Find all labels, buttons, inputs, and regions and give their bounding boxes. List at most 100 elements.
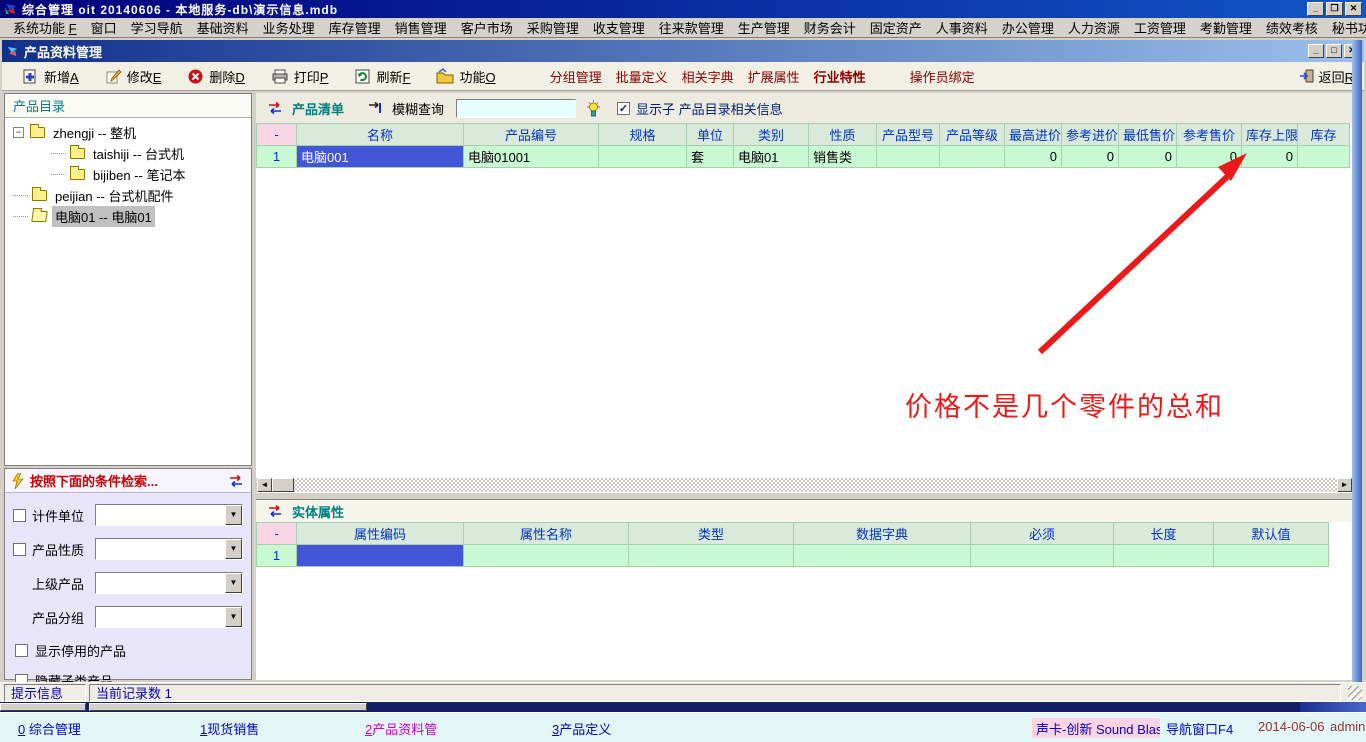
parent-product-select[interactable]: ▼	[95, 572, 243, 594]
task-product-define[interactable]: 3产品定义	[552, 719, 611, 738]
cell[interactable]	[629, 545, 794, 567]
show-disabled-checkbox[interactable]	[15, 644, 28, 657]
cell[interactable]: 0	[1177, 146, 1242, 168]
extend-attr-link[interactable]: 扩展属性	[748, 67, 800, 86]
scroll-right-icon[interactable]: ►	[1337, 478, 1352, 492]
column-header[interactable]: 长度	[1114, 523, 1214, 545]
cell[interactable]: 销售类	[809, 146, 877, 168]
minimize-icon[interactable]: _	[1307, 2, 1324, 16]
tree-node-bijiben[interactable]: bijiben -- 笔记本	[7, 164, 249, 185]
cell[interactable]	[1114, 545, 1214, 567]
delete-button[interactable]: 删除D	[187, 67, 244, 86]
return-button[interactable]: 返回R	[1299, 67, 1354, 86]
menu-item[interactable]: 库存管理	[322, 17, 388, 38]
table-row[interactable]: 1	[257, 545, 1329, 567]
task-main[interactable]: 0 综合管理	[18, 719, 81, 738]
menu-item[interactable]: 基础资料	[190, 17, 256, 38]
chevron-down-icon[interactable]: ▼	[225, 539, 242, 559]
horizontal-splitter[interactable]	[256, 492, 1352, 500]
show-subdir-checkbox[interactable]: ✓	[617, 102, 630, 115]
cell[interactable]: 电脑01	[734, 146, 809, 168]
swap-arrows-icon[interactable]	[266, 505, 284, 517]
column-header[interactable]: 必须	[971, 523, 1114, 545]
resize-grip[interactable]	[1348, 686, 1362, 700]
cell[interactable]	[599, 146, 687, 168]
column-header[interactable]: 规格	[599, 124, 687, 146]
group-manage-link[interactable]: 分组管理	[550, 67, 602, 86]
cell[interactable]	[877, 146, 940, 168]
cell[interactable]: 0	[1062, 146, 1119, 168]
menu-item[interactable]: 收支管理	[586, 17, 652, 38]
menu-item[interactable]: 绩效考核	[1259, 17, 1325, 38]
cell[interactable]: 套	[687, 146, 734, 168]
unit-select[interactable]: ▼	[95, 504, 243, 526]
industry-feature-link[interactable]: 行业特性	[814, 67, 866, 86]
cell[interactable]: 0	[1242, 146, 1298, 168]
menu-item[interactable]: 人力资源	[1061, 17, 1127, 38]
batch-define-link[interactable]: 批量定义	[616, 67, 668, 86]
column-header[interactable]: 类型	[629, 523, 794, 545]
unit-checkbox[interactable]	[13, 509, 26, 522]
menu-item[interactable]: 秘书功能	[1325, 17, 1366, 38]
menu-item-system[interactable]: 系统功能 F	[6, 17, 84, 38]
lamp-icon[interactable]	[586, 100, 601, 117]
scrollbar-thumb[interactable]	[272, 478, 294, 492]
nature-checkbox[interactable]	[13, 543, 26, 556]
close-icon[interactable]: ✕	[1345, 2, 1362, 16]
swap-arrows-icon[interactable]	[266, 102, 284, 114]
column-header[interactable]: 类别	[734, 124, 809, 146]
chevron-down-icon[interactable]: ▼	[225, 607, 242, 627]
tree-node-peijian[interactable]: peijian -- 台式机配件	[7, 185, 249, 206]
table-row[interactable]: 1 电脑001 电脑01001 套 电脑01 销售类 0 0 0 0 0	[257, 146, 1350, 168]
sub-minimize-icon[interactable]: _	[1308, 44, 1324, 58]
selected-cell[interactable]	[297, 545, 464, 567]
menu-item[interactable]: 生产管理	[731, 17, 797, 38]
refresh-button[interactable]: 刷新F	[354, 67, 410, 86]
selected-cell[interactable]: 电脑001	[297, 146, 464, 168]
cell[interactable]	[1214, 545, 1329, 567]
nav-window-button[interactable]: 导航窗口F4	[1166, 719, 1233, 738]
menu-item[interactable]: 采购管理	[520, 17, 586, 38]
menu-item[interactable]: 工资管理	[1127, 17, 1193, 38]
tree-node-diannao01[interactable]: 电脑01 -- 电脑01	[7, 206, 249, 227]
function-button[interactable]: 功能O	[436, 67, 495, 86]
product-group-select[interactable]: ▼	[95, 606, 243, 628]
tree-node-zhengji[interactable]: − zhengji -- 整机	[7, 122, 249, 143]
edit-button[interactable]: 修改E	[105, 67, 162, 86]
collapse-icon[interactable]: −	[13, 127, 24, 138]
horizontal-scrollbar[interactable]: ◄ ►	[257, 478, 1352, 492]
chevron-down-icon[interactable]: ▼	[225, 505, 242, 525]
column-header[interactable]: 最低售价	[1119, 124, 1177, 146]
column-header[interactable]: 性质	[809, 124, 877, 146]
scroll-left-icon[interactable]: ◄	[257, 478, 272, 492]
add-button[interactable]: 新增A	[22, 67, 79, 86]
column-header[interactable]: 产品编号	[464, 124, 599, 146]
operator-bind-link[interactable]: 操作员绑定	[910, 67, 975, 86]
column-header[interactable]: 参考进价	[1062, 124, 1119, 146]
menu-item[interactable]: 固定资产	[863, 17, 929, 38]
menu-item[interactable]: 财务会计	[797, 17, 863, 38]
menu-item[interactable]: 窗口	[84, 17, 124, 38]
column-header[interactable]: 产品等级	[940, 124, 1005, 146]
cell[interactable]	[1298, 146, 1350, 168]
chevron-down-icon[interactable]: ▼	[225, 573, 242, 593]
menu-item[interactable]: 往来款管理	[652, 17, 731, 38]
menu-item[interactable]: 学习导航	[124, 17, 190, 38]
column-header[interactable]: 属性名称	[464, 523, 629, 545]
column-header[interactable]: 库存上限	[1242, 124, 1298, 146]
column-header[interactable]: 参考售价	[1177, 124, 1242, 146]
column-header[interactable]: 产品型号	[877, 124, 940, 146]
column-header[interactable]: 最高进价	[1005, 124, 1062, 146]
column-header[interactable]: -	[257, 124, 297, 146]
tree-node-taishiji[interactable]: taishiji -- 台式机	[7, 143, 249, 164]
menu-item[interactable]: 人事资料	[929, 17, 995, 38]
cell[interactable]	[794, 545, 971, 567]
menu-item[interactable]: 客户市场	[454, 17, 520, 38]
cell[interactable]	[464, 545, 629, 567]
column-header[interactable]: 单位	[687, 124, 734, 146]
menu-item[interactable]: 考勤管理	[1193, 17, 1259, 38]
cell[interactable]	[971, 545, 1114, 567]
cell[interactable]: 0	[1119, 146, 1177, 168]
sub-maximize-icon[interactable]: □	[1326, 44, 1342, 58]
column-header[interactable]: 数据字典	[794, 523, 971, 545]
